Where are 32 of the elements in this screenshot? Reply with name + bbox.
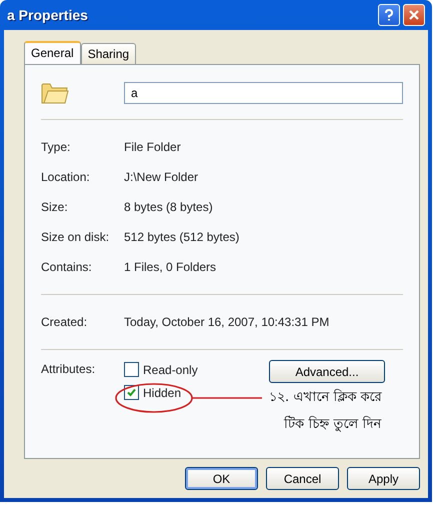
help-icon bbox=[382, 8, 396, 22]
property-value: 512 bytes (512 bytes) bbox=[124, 230, 240, 244]
advanced-button[interactable]: Advanced... bbox=[269, 360, 385, 383]
property-label: Created: bbox=[41, 315, 88, 329]
dialog-button[interactable]: Cancel bbox=[266, 467, 339, 490]
property-value: 1 Files, 0 Folders bbox=[124, 260, 216, 274]
property-label: Location: bbox=[41, 170, 91, 184]
property-value: Today, October 16, 2007, 10:43:31 PM bbox=[124, 315, 330, 329]
property-label: Size on disk: bbox=[41, 230, 110, 244]
checkbox-label: Read-only bbox=[143, 362, 198, 376]
checkmark-icon bbox=[126, 387, 137, 398]
folder-icon bbox=[41, 81, 69, 105]
checkbox[interactable] bbox=[124, 362, 139, 377]
tab[interactable]: Sharing bbox=[80, 43, 136, 64]
property-label: Size: bbox=[41, 200, 69, 214]
annotation-text: ১২. এখানে ক্লিক করে bbox=[269, 388, 382, 407]
checkbox-label: Hidden bbox=[143, 386, 182, 400]
property-label: Type: bbox=[41, 140, 72, 154]
dialog-button[interactable]: Apply bbox=[347, 467, 420, 490]
help-button[interactable] bbox=[378, 4, 400, 26]
tab[interactable]: General bbox=[24, 41, 81, 65]
close-icon bbox=[408, 9, 420, 21]
property-label: Contains: bbox=[41, 260, 93, 274]
property-label: Attributes: bbox=[41, 362, 96, 376]
property-value: 8 bytes (8 bytes) bbox=[124, 200, 213, 214]
property-value: File Folder bbox=[124, 140, 181, 154]
name-field[interactable]: a bbox=[124, 82, 403, 104]
annotation-text: টিক চিহ্ন তুলে দিন bbox=[284, 414, 382, 434]
close-button[interactable] bbox=[403, 4, 425, 26]
window-title: a Properties bbox=[7, 7, 89, 23]
dialog-button[interactable]: OK bbox=[185, 467, 258, 490]
property-value: J:\New Folder bbox=[124, 170, 198, 184]
